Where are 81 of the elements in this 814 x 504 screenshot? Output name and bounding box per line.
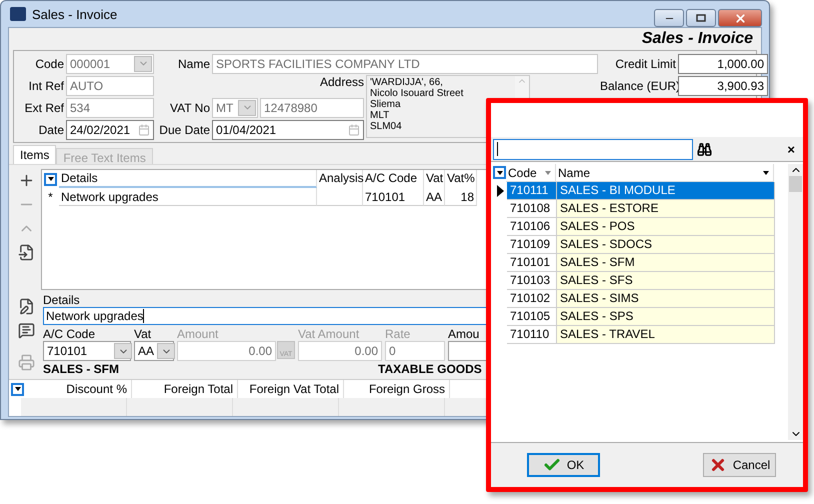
scrollbar[interactable] (788, 164, 803, 440)
text-field[interactable]: 534 (66, 98, 154, 118)
column-header[interactable]: Vat% (445, 170, 477, 188)
field-label: Ext Ref (24, 100, 64, 114)
text-field[interactable]: 12478980 (260, 98, 364, 118)
table-cell[interactable]: SALES - SDOCS (557, 236, 775, 254)
field-label: Credit Limit (614, 56, 676, 70)
table-cell[interactable]: 710101 (507, 254, 557, 272)
table-cell: AA (424, 188, 445, 206)
table-cell[interactable]: SALES - SFS (557, 272, 775, 290)
new-row-marker: * (47, 190, 54, 204)
field-label: Due Date (158, 122, 210, 136)
column-header[interactable]: Vat (424, 170, 445, 188)
text-field[interactable]: 000001 (66, 54, 154, 74)
field-label: Vat (134, 327, 152, 342)
close-icon (734, 12, 746, 24)
combo-field[interactable]: AA (134, 341, 174, 362)
table-cell[interactable]: 710102 (507, 290, 557, 308)
cancel-button[interactable]: Cancel (703, 453, 776, 477)
table-cell: 710101 (363, 188, 424, 206)
field-label: Int Ref (28, 78, 64, 92)
maximize-button[interactable] (686, 9, 716, 27)
tax-name: TAXABLE GOODS (378, 362, 482, 377)
field-label: Name (176, 56, 210, 70)
dropdown-icon[interactable] (238, 100, 256, 116)
text-field[interactable]: 01/04/2021 (212, 120, 364, 140)
table-cell[interactable]: 710110 (507, 326, 557, 344)
maximize-icon (696, 14, 706, 22)
table-cell (317, 188, 363, 206)
table-cell[interactable]: SALES - POS (557, 218, 775, 236)
form-heading: Sales - Invoice (640, 29, 754, 49)
account-name: SALES - SFM (43, 362, 120, 377)
search-icon[interactable] (697, 142, 712, 156)
table-cell[interactable]: SALES - SPS (557, 308, 775, 326)
table-cell: 18 (445, 188, 477, 206)
table-cell[interactable]: 710108 (507, 200, 557, 218)
country-combo[interactable]: MT (212, 98, 258, 118)
table-cell[interactable]: SALES - BI MODULE (557, 182, 775, 200)
text-field[interactable]: 24/02/2021 (66, 120, 154, 140)
field-label: Date (38, 122, 64, 136)
filter-button[interactable] (44, 172, 57, 186)
field-label: Code (34, 56, 64, 70)
text-field[interactable]: AUTO (66, 76, 154, 96)
table-cell[interactable]: 710103 (507, 272, 557, 290)
search-field[interactable] (493, 138, 693, 160)
field-label: VAT No (168, 100, 210, 114)
tab[interactable]: Items (13, 145, 56, 164)
field-label: A/C Code (43, 327, 96, 342)
text-field[interactable]: 1,000.00 (678, 54, 768, 74)
field-label: Amount (177, 327, 220, 342)
dropdown-icon[interactable] (157, 343, 176, 360)
table-cell[interactable]: SALES - SIMS (557, 290, 775, 308)
close-button[interactable] (718, 9, 762, 27)
field-label: Address (318, 75, 364, 89)
window-title: Sales - Invoice (32, 6, 118, 22)
table-cell[interactable]: SALES - ESTORE (557, 200, 775, 218)
table-cell: Network upgrades (59, 188, 317, 206)
field-label: Vat Amount (298, 327, 360, 342)
dropdown-icon[interactable] (134, 56, 152, 72)
table-cell[interactable]: 710111 (507, 182, 557, 200)
column-header[interactable]: A/C Code (363, 170, 424, 188)
app-icon (10, 7, 26, 21)
table-cell[interactable]: SALES - TRAVEL (557, 326, 775, 344)
field-label: Details (43, 294, 80, 308)
scroll-thumb[interactable] (789, 176, 802, 192)
filter-button[interactable] (493, 166, 506, 179)
combo-field[interactable]: 710101 (43, 341, 131, 362)
close-button[interactable]: × (787, 142, 795, 156)
field-label: Amou (448, 327, 480, 342)
table-cell[interactable]: 710106 (507, 218, 557, 236)
filter-button[interactable] (11, 382, 24, 396)
table-cell[interactable]: 710105 (507, 308, 557, 326)
dropdown-icon[interactable] (114, 343, 132, 360)
table-cell[interactable]: 710109 (507, 236, 557, 254)
text-field[interactable]: SPORTS FACILITIES COMPANY LTD (212, 54, 598, 74)
field-label: Rate (385, 327, 412, 342)
text-field[interactable]: 3,900.93 (678, 76, 768, 96)
column-header[interactable]: Details (59, 170, 317, 188)
table-cell[interactable]: SALES - SFM (557, 254, 775, 272)
ok-button[interactable]: OK (527, 453, 600, 477)
column-header[interactable]: Analysis (317, 170, 363, 188)
